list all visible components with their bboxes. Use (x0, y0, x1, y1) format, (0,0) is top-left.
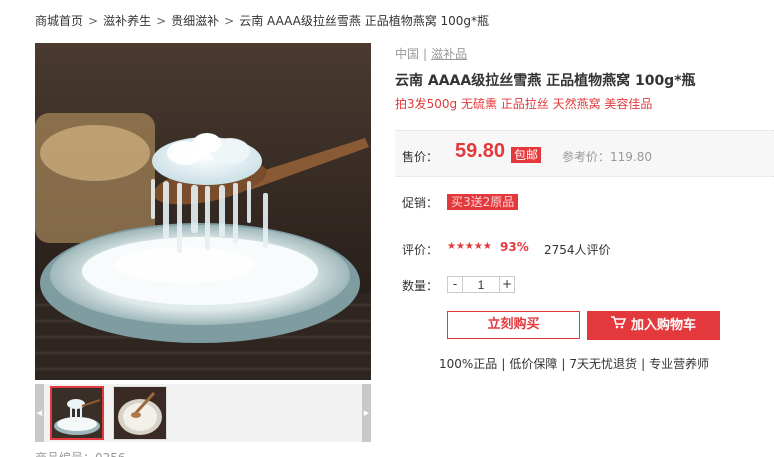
divider: | (641, 357, 646, 371)
origin: 中国 (395, 47, 420, 61)
free-shipping-badge: 包邮 (511, 147, 542, 163)
brand-link[interactable]: 滋补品 (431, 47, 467, 61)
divider: | (501, 357, 506, 371)
product-photo (35, 43, 371, 380)
price: 59.80 (455, 140, 506, 162)
breadcrumb: 商城首页 > 滋补养生 > 贵细滋补 > 云南 AAAA级拉丝雪燕 正品植物燕窝 100g*… (35, 12, 489, 29)
price-label: 售价： (402, 150, 439, 164)
guarantees-bar: 100%正品 | 低价保障 | 7天无忧退货 | 专业营养师 (439, 355, 709, 372)
quantity-label: 数量： (402, 279, 439, 293)
divider: | (561, 357, 566, 371)
thumbnail-1[interactable] (50, 386, 104, 440)
quantity-input[interactable] (462, 277, 500, 292)
main-product-image[interactable] (35, 43, 371, 380)
buy-now-button[interactable]: 立刻购买 (447, 311, 580, 339)
thumbnail-image-1 (52, 388, 102, 438)
thumbnail-strip: ◀ ▶ (35, 384, 371, 442)
quantity-stepper: - + (447, 276, 515, 293)
promo-tag: 买3送2原品 (447, 194, 519, 210)
divider: | (423, 47, 428, 61)
add-to-cart-label: 加入购物车 (630, 318, 696, 333)
quantity-increment-button[interactable]: + (500, 277, 514, 292)
breadcrumb-separator: > (156, 14, 167, 28)
thumbnail-2[interactable] (113, 386, 167, 440)
breadcrumb-separator: > (224, 14, 235, 28)
promo-label: 促销： (402, 196, 439, 210)
quantity-decrement-button[interactable]: - (448, 277, 462, 292)
price-box: 售价： 59.80 包邮 参考价：119.80 (395, 130, 774, 177)
breadcrumb-current: 云南 AAAA级拉丝雪燕 正品植物燕窝 100g*瓶 (239, 14, 490, 28)
product-title: 云南 AAAA级拉丝雪燕 正品植物燕窝 100g*瓶 (395, 73, 696, 89)
guarantee-item: 100%正品 (439, 357, 498, 371)
guarantee-item: 专业营养师 (649, 357, 710, 371)
breadcrumb-separator: > (88, 14, 99, 28)
guarantee-item: 低价保障 (509, 357, 558, 371)
rating-stars: ★★★★★ (447, 241, 492, 252)
rating-label: 评价： (402, 243, 439, 257)
breadcrumb-home[interactable]: 商城首页 (35, 14, 83, 28)
breadcrumb-subcategory[interactable]: 贵细滋补 (171, 14, 219, 28)
shopping-cart-icon (610, 311, 627, 340)
thumbnail-image-2 (114, 387, 166, 439)
breadcrumb-category[interactable]: 滋补养生 (103, 14, 151, 28)
chevron-left-icon[interactable]: ◀ (35, 384, 44, 442)
review-count-link[interactable]: 2754人评价 (544, 241, 611, 258)
product-code: 商品编号：0256 (35, 449, 126, 457)
add-to-cart-button[interactable]: 加入购物车 (587, 311, 720, 340)
chevron-right-icon[interactable]: ▶ (362, 384, 371, 442)
origin-brand-row: 中国 | 滋补品 (395, 45, 467, 62)
reference-price: 参考价：119.80 (562, 150, 652, 164)
rating-percent: 93% (500, 240, 529, 254)
product-subtitle: 拍3发500g 无硫熏 正品拉丝 天然燕窝 美容佳品 (395, 97, 653, 111)
guarantee-item: 7天无忧退货 (569, 357, 638, 371)
